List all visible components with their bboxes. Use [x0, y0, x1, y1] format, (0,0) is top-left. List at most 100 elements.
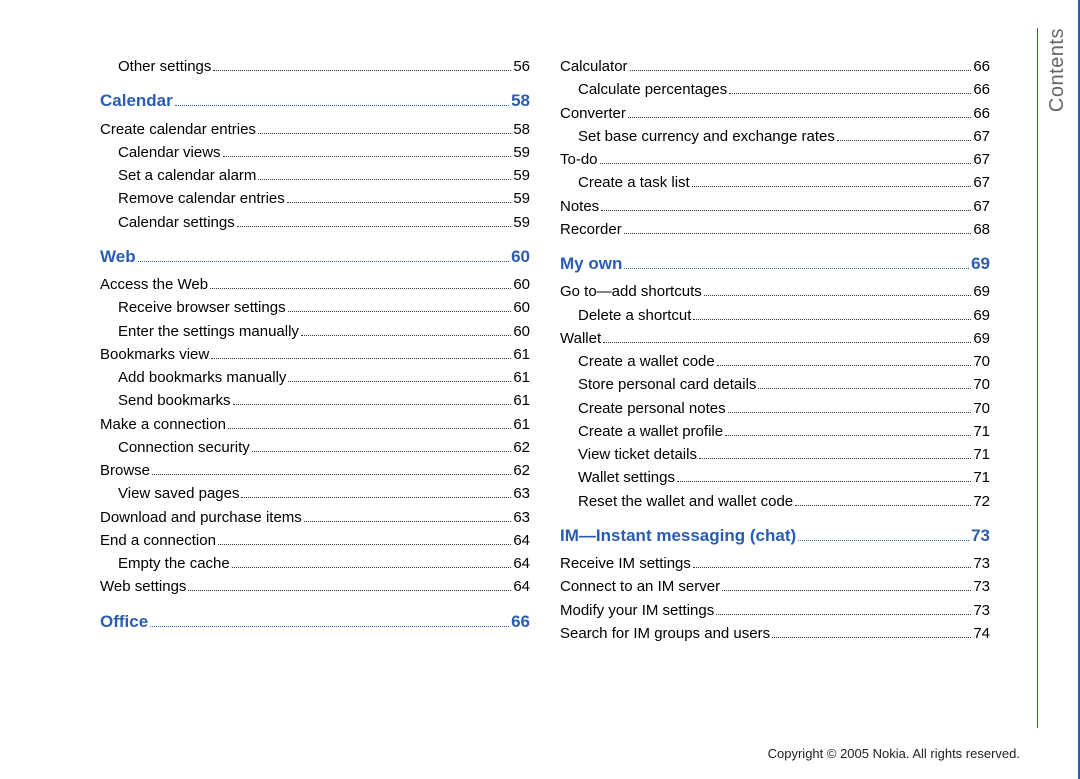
toc-label: Other settings	[118, 55, 211, 78]
toc-page-number: 61	[513, 413, 530, 436]
toc-label: Create a wallet profile	[578, 420, 723, 443]
toc-entry[interactable]: Remove calendar entries59	[100, 187, 530, 210]
toc-page-number: 69	[973, 280, 990, 303]
toc-entry[interactable]: Create a task list67	[560, 171, 990, 194]
toc-label: Empty the cache	[118, 552, 230, 575]
toc-label: Modify your IM settings	[560, 599, 714, 622]
toc-entry[interactable]: Create a wallet code70	[560, 350, 990, 373]
toc-label: Notes	[560, 195, 599, 218]
toc-chapter[interactable]: Calendar58	[100, 88, 530, 114]
toc-chapter[interactable]: My own69	[560, 251, 990, 277]
toc-entry[interactable]: Receive IM settings73	[560, 552, 990, 575]
toc-entry[interactable]: Set a calendar alarm59	[100, 164, 530, 187]
toc-leader-dots	[258, 179, 511, 180]
toc-entry[interactable]: Calculate percentages66	[560, 78, 990, 101]
toc-page-number: 71	[973, 443, 990, 466]
toc-label: Go to—add shortcuts	[560, 280, 702, 303]
toc-entry[interactable]: Other settings 56	[100, 55, 530, 78]
toc-page-number: 61	[513, 366, 530, 389]
toc-entry[interactable]: Make a connection 61	[100, 413, 530, 436]
toc-entry[interactable]: View ticket details 71	[560, 443, 990, 466]
toc-label: Recorder	[560, 218, 622, 241]
toc-label: Receive browser settings	[118, 296, 286, 319]
toc-leader-dots	[795, 505, 971, 506]
toc-page-number: 61	[513, 343, 530, 366]
toc-label: Access the Web	[100, 273, 208, 296]
toc-page-number: 66	[973, 102, 990, 125]
toc-entry[interactable]: Converter66	[560, 102, 990, 125]
toc-leader-dots	[624, 233, 972, 234]
toc-entry[interactable]: Wallet settings 71	[560, 466, 990, 489]
toc-entry[interactable]: To-do67	[560, 148, 990, 171]
toc-entry[interactable]: Wallet69	[560, 327, 990, 350]
toc-entry[interactable]: Enter the settings manually60	[100, 320, 530, 343]
toc-leader-dots	[693, 319, 971, 320]
toc-label: Add bookmarks manually	[118, 366, 286, 389]
toc-entry[interactable]: Reset the wallet and wallet code72	[560, 490, 990, 513]
toc-entry[interactable]: Search for IM groups and users74	[560, 622, 990, 645]
toc-page-number: 59	[513, 164, 530, 187]
toc-leader-dots	[288, 381, 511, 382]
toc-entry[interactable]: Bookmarks view61	[100, 343, 530, 366]
toc-entry[interactable]: Connection security62	[100, 436, 530, 459]
toc-label: Make a connection	[100, 413, 226, 436]
toc-label: IM—Instant messaging (chat)	[560, 523, 796, 549]
toc-entry[interactable]: Go to—add shortcuts 69	[560, 280, 990, 303]
toc-page-number: 70	[973, 373, 990, 396]
toc-leader-dots	[228, 428, 511, 429]
toc-label: Browse	[100, 459, 150, 482]
toc-entry[interactable]: Delete a shortcut 69	[560, 304, 990, 327]
toc-entry[interactable]: Download and purchase items63	[100, 506, 530, 529]
toc-entry[interactable]: Calendar settings59	[100, 211, 530, 234]
toc-label: Wallet settings	[578, 466, 675, 489]
toc-chapter[interactable]: Web60	[100, 244, 530, 270]
toc-label: Calendar	[100, 88, 173, 114]
toc-label: Delete a shortcut	[578, 304, 691, 327]
toc-leader-dots	[704, 295, 972, 296]
contents-page: Other settings 56 Calendar58 Create calenda…	[100, 55, 1030, 755]
toc-leader-dots	[837, 140, 971, 141]
toc-page-number: 73	[971, 523, 990, 549]
toc-page-number: 68	[973, 218, 990, 241]
toc-entry[interactable]: Web settings64	[100, 575, 530, 598]
toc-entry[interactable]: Connect to an IM server73	[560, 575, 990, 598]
toc-entry[interactable]: Calendar views59	[100, 141, 530, 164]
toc-page-number: 56	[513, 55, 530, 78]
toc-chapter[interactable]: IM—Instant messaging (chat) 73	[560, 523, 990, 549]
toc-leader-dots	[301, 335, 511, 336]
toc-entry[interactable]: Create a wallet profile 71	[560, 420, 990, 443]
toc-label: View ticket details	[578, 443, 697, 466]
toc-page-number: 59	[513, 211, 530, 234]
toc-page-number: 60	[513, 320, 530, 343]
toc-label: Web	[100, 244, 136, 270]
toc-entry[interactable]: Access the Web60	[100, 273, 530, 296]
toc-entry[interactable]: End a connection64	[100, 529, 530, 552]
toc-entry[interactable]: Receive browser settings60	[100, 296, 530, 319]
toc-entry[interactable]: Recorder 68	[560, 218, 990, 241]
toc-label: To-do	[560, 148, 598, 171]
toc-entry[interactable]: Notes67	[560, 195, 990, 218]
toc-entry[interactable]: Browse62	[100, 459, 530, 482]
toc-entry[interactable]: Send bookmarks61	[100, 389, 530, 412]
toc-entry[interactable]: Calculator66	[560, 55, 990, 78]
toc-entry[interactable]: Empty the cache64	[100, 552, 530, 575]
toc-page-number: 71	[973, 420, 990, 443]
toc-entry[interactable]: Create personal notes70	[560, 397, 990, 420]
toc-entry[interactable]: Add bookmarks manually 61	[100, 366, 530, 389]
toc-page-number: 71	[973, 466, 990, 489]
toc-entry[interactable]: Store personal card details70	[560, 373, 990, 396]
toc-leader-dots	[188, 590, 511, 591]
toc-chapter[interactable]: Office66	[100, 609, 530, 635]
toc-leader-dots	[677, 481, 971, 482]
toc-page-number: 69	[971, 251, 990, 277]
toc-label: Calculator	[560, 55, 628, 78]
toc-entry[interactable]: Set base currency and exchange rates67	[560, 125, 990, 148]
toc-page-number: 69	[973, 304, 990, 327]
toc-page-number: 73	[973, 575, 990, 598]
toc-entry[interactable]: View saved pages63	[100, 482, 530, 505]
toc-entry[interactable]: Modify your IM settings73	[560, 599, 990, 622]
toc-leader-dots	[772, 637, 971, 638]
toc-label: View saved pages	[118, 482, 239, 505]
toc-leader-dots	[213, 70, 511, 71]
toc-entry[interactable]: Create calendar entries58	[100, 118, 530, 141]
